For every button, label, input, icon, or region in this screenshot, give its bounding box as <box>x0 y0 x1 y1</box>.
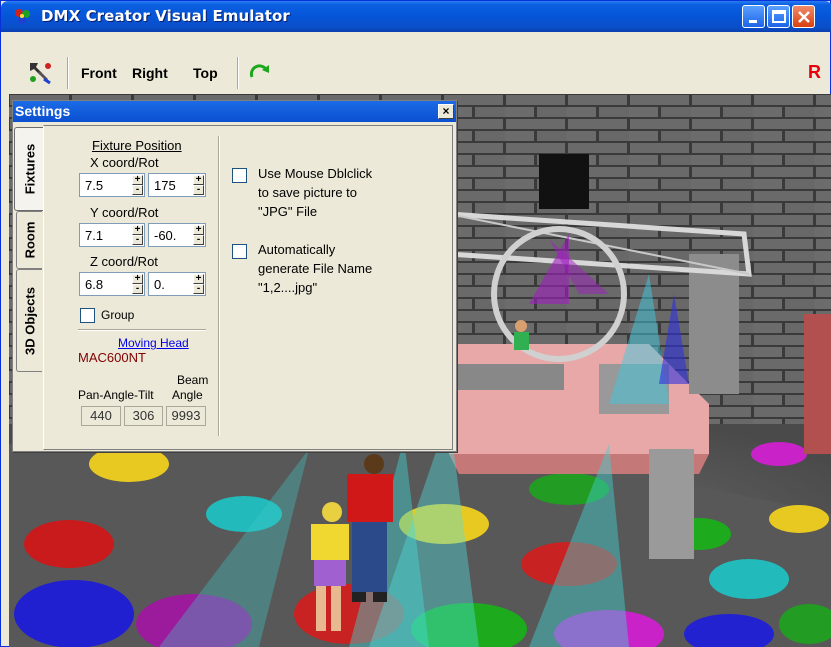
x-rot-stepper[interactable]: 175 + - <box>148 173 206 197</box>
fixture-position-heading: Fixture Position <box>92 138 182 153</box>
auto-filename-label: Automatically generate File Name "1,2...… <box>258 242 373 295</box>
tab-room[interactable]: Room <box>16 211 42 269</box>
z-rot-down-button[interactable]: - <box>193 284 204 294</box>
x-coord-stepper[interactable]: 7.5 + - <box>79 173 145 197</box>
top-view-button[interactable]: Top <box>193 65 218 81</box>
tab-fixtures-label: Fixtures <box>22 143 37 195</box>
fixture-divider <box>78 329 206 331</box>
x-rot-down-button[interactable]: - <box>193 185 204 195</box>
column-divider <box>218 136 220 436</box>
y-coord-stepper[interactable]: 7.1 + - <box>79 223 145 247</box>
y-coord-label: Y coord/Rot <box>90 205 159 220</box>
tilt-value: 306 <box>124 406 163 426</box>
y-rot-stepper[interactable]: -60. + - <box>148 223 206 247</box>
z-rot-stepper[interactable]: 0. + - <box>148 272 206 296</box>
y-coord-value: 7.1 <box>85 228 104 243</box>
record-indicator[interactable]: R <box>808 62 821 83</box>
x-coord-value: 7.5 <box>85 178 104 193</box>
tab-3d-objects[interactable]: 3D Objects <box>16 269 42 372</box>
fixtures-tab-page: Fixture Position X coord/Rot 7.5 + - 175 … <box>43 125 453 450</box>
maximize-icon <box>772 10 786 23</box>
y-coord-down-button[interactable]: - <box>132 235 143 245</box>
minimize-button[interactable] <box>742 5 765 28</box>
auto-filename-checkbox[interactable] <box>232 244 247 259</box>
x-coord-down-button[interactable]: - <box>132 185 143 195</box>
y-rot-down-button[interactable]: - <box>193 235 204 245</box>
y-rot-value: -60. <box>154 228 177 243</box>
tab-room-label: Room <box>22 221 37 259</box>
group-checkbox[interactable] <box>80 308 95 323</box>
dblclick-save-checkbox[interactable] <box>232 168 247 183</box>
z-coord-down-button[interactable]: - <box>132 284 143 294</box>
beam-label: Beam <box>177 373 209 387</box>
fixture-type-link[interactable]: Moving Head <box>118 336 189 350</box>
front-view-button[interactable]: Front <box>81 65 117 81</box>
app-window: DMX Creator Visual Emulator Front Right … <box>0 0 831 647</box>
close-button[interactable] <box>792 5 815 28</box>
tab-fixtures[interactable]: Fixtures <box>14 127 44 211</box>
settings-close-button[interactable]: × <box>438 104 454 119</box>
close-icon <box>798 11 810 23</box>
z-rot-value: 0. <box>154 277 165 292</box>
angle-label: Angle <box>172 388 203 402</box>
rotate-icon[interactable] <box>249 61 271 83</box>
settings-panel: Settings × Fixtures Room 3D Objects Fixt… <box>12 100 457 452</box>
dblclick-save-label: Use Mouse Dblclick to save picture to "J… <box>258 166 373 219</box>
toolbar-separator <box>237 57 239 89</box>
settings-title: Settings <box>15 103 71 119</box>
toolbar-separator <box>67 57 69 89</box>
z-coord-label: Z coord/Rot <box>90 254 158 269</box>
window-title: DMX Creator Visual Emulator <box>41 7 290 25</box>
pan-angle-tilt-label: Pan-Angle-Tilt <box>78 388 154 402</box>
pan-value: 440 <box>81 406 121 426</box>
minimize-icon <box>749 20 757 23</box>
beam-angle-value: 9993 <box>166 406 206 426</box>
z-coord-value: 6.8 <box>85 277 104 292</box>
dj-figure <box>514 320 529 350</box>
maximize-button[interactable] <box>767 5 790 28</box>
settings-title-bar[interactable]: Settings × <box>13 101 456 122</box>
fixture-tool-icon[interactable] <box>26 59 54 85</box>
dancer-figure <box>347 454 393 602</box>
group-label: Group <box>101 308 135 322</box>
tab-3d-objects-label: 3D Objects <box>22 286 37 355</box>
right-view-button[interactable]: Right <box>132 65 168 81</box>
title-bar[interactable]: DMX Creator Visual Emulator <box>1 1 831 32</box>
fixture-model-label: MAC600NT <box>78 350 146 365</box>
x-coord-label: X coord/Rot <box>90 155 159 170</box>
z-coord-stepper[interactable]: 6.8 + - <box>79 272 145 296</box>
app-icon <box>15 9 30 24</box>
x-rot-value: 175 <box>154 178 176 193</box>
